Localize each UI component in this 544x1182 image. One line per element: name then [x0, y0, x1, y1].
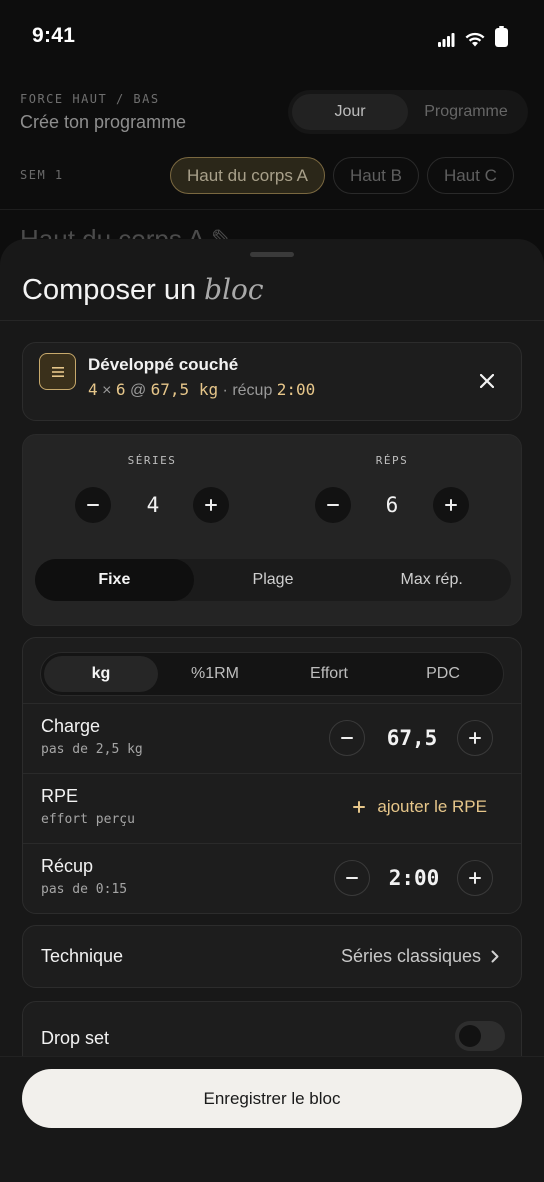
reps-increment-button[interactable] [433, 487, 469, 523]
rep-mode-plage[interactable]: Plage [194, 559, 353, 601]
load-unit-selector: kg %1RM Effort PDC [40, 652, 504, 696]
technique-label: Technique [41, 946, 124, 966]
toggle-knob [459, 1025, 481, 1047]
technique-value-text: Séries classiques [340, 946, 481, 966]
series-label: SÉRIES [127, 454, 177, 467]
rpe-label: RPE [41, 786, 79, 806]
day-chip-haut-c[interactable]: Haut C [426, 157, 514, 194]
exercise-name: Développé couché [88, 355, 239, 374]
summary-reps: 6 [115, 380, 126, 399]
rep-mode-fixe[interactable]: Fixe [35, 559, 194, 601]
series-value: 4 [146, 493, 160, 517]
charge-label: Charge [41, 716, 101, 736]
program-title: Crée ton programme [20, 112, 187, 132]
plus-icon [353, 801, 366, 813]
day-chip-haut-a[interactable]: Haut du corps A [170, 157, 325, 194]
load-card: kg %1RM Effort PDC Charge pas de 2,5 kg … [22, 637, 522, 914]
rpe-sub: effort perçu [41, 812, 135, 827]
unit-kg[interactable]: kg [44, 656, 158, 692]
reps-value: 6 [385, 493, 399, 517]
view-toggle-jour[interactable]: Jour [292, 94, 408, 130]
add-rpe-button[interactable]: ajouter le RPE [353, 797, 487, 817]
series-increment-button[interactable] [193, 487, 229, 523]
save-block-button[interactable]: Enregistrer le bloc [22, 1069, 522, 1128]
close-icon[interactable] [475, 369, 499, 393]
exercise-summary: 4 × 6 @ 67,5 kg · récup 2:00 [88, 380, 315, 400]
series-column: SÉRIES 4 [23, 435, 273, 545]
sets-reps-card: SÉRIES 4 RÉPS 6 Fixe Plage Max rép. [22, 434, 522, 626]
exercise-card: Développé couché 4 × 6 @ 67,5 kg · récup… [22, 342, 522, 421]
unit-effort[interactable]: Effort [272, 656, 386, 692]
charge-value: 67,5 [386, 726, 438, 750]
summary-times: × [97, 382, 116, 399]
sheet-title: Composer un bloc [22, 273, 264, 307]
divider [0, 320, 544, 321]
drop-set-toggle[interactable] [455, 1021, 505, 1051]
unit-pdc[interactable]: PDC [386, 656, 500, 692]
rest-decrement-button[interactable] [334, 860, 370, 896]
add-rpe-label: ajouter le RPE [377, 797, 487, 816]
summary-rest-prefix: · récup [218, 382, 277, 399]
summary-at: @ [125, 382, 151, 399]
technique-row[interactable]: Technique Séries classiques [22, 925, 522, 988]
rest-increment-button[interactable] [457, 860, 493, 896]
sheet-grabber[interactable] [250, 252, 294, 257]
reps-column: RÉPS 6 [271, 435, 521, 545]
drop-set-label: Drop set [41, 1028, 110, 1048]
day-chips: Haut du corps A Haut B Haut C [170, 157, 514, 194]
sheet-title-emphasis: bloc [204, 273, 264, 306]
charge-step: pas de 2,5 kg [41, 742, 143, 757]
technique-value: Séries classiques [341, 946, 499, 967]
reps-label: RÉPS [375, 454, 409, 467]
day-chip-haut-b[interactable]: Haut B [332, 157, 419, 194]
reps-decrement-button[interactable] [315, 487, 351, 523]
rep-mode-max-rep[interactable]: Max rép. [352, 559, 511, 601]
exercise-list-icon [39, 353, 76, 390]
rest-label: Récup [41, 856, 94, 876]
charge-increment-button[interactable] [457, 720, 493, 756]
rep-mode-selector: Fixe Plage Max rép. [35, 559, 511, 601]
rest-step: pas de 0:15 [41, 882, 128, 897]
series-decrement-button[interactable] [75, 487, 111, 523]
compose-block-sheet: Composer un bloc Développé couché 4 × 6 … [0, 239, 544, 1182]
charge-decrement-button[interactable] [329, 720, 365, 756]
charge-row: Charge pas de 2,5 kg 67,5 [23, 703, 521, 773]
rpe-row: RPE effort perçu ajouter le RPE [23, 773, 521, 843]
summary-sets: 4 [88, 380, 98, 399]
sheet-title-plain: Composer un [22, 274, 205, 306]
rest-value: 2:00 [388, 866, 440, 890]
summary-load: 67,5 kg [150, 380, 219, 399]
sheet-footer: Enregistrer le bloc [0, 1056, 544, 1182]
unit-1rm[interactable]: %1RM [158, 656, 272, 692]
chevron-right-icon [491, 950, 499, 963]
summary-rest: 2:00 [276, 380, 316, 399]
rest-row: Récup pas de 0:15 2:00 [23, 843, 521, 913]
view-toggle: Jour Programme [288, 90, 528, 134]
divider [0, 209, 544, 210]
program-eyebrow: FORCE HAUT / BAS [20, 92, 160, 106]
view-toggle-programme[interactable]: Programme [408, 94, 524, 130]
week-label: SEM 1 [20, 168, 64, 182]
